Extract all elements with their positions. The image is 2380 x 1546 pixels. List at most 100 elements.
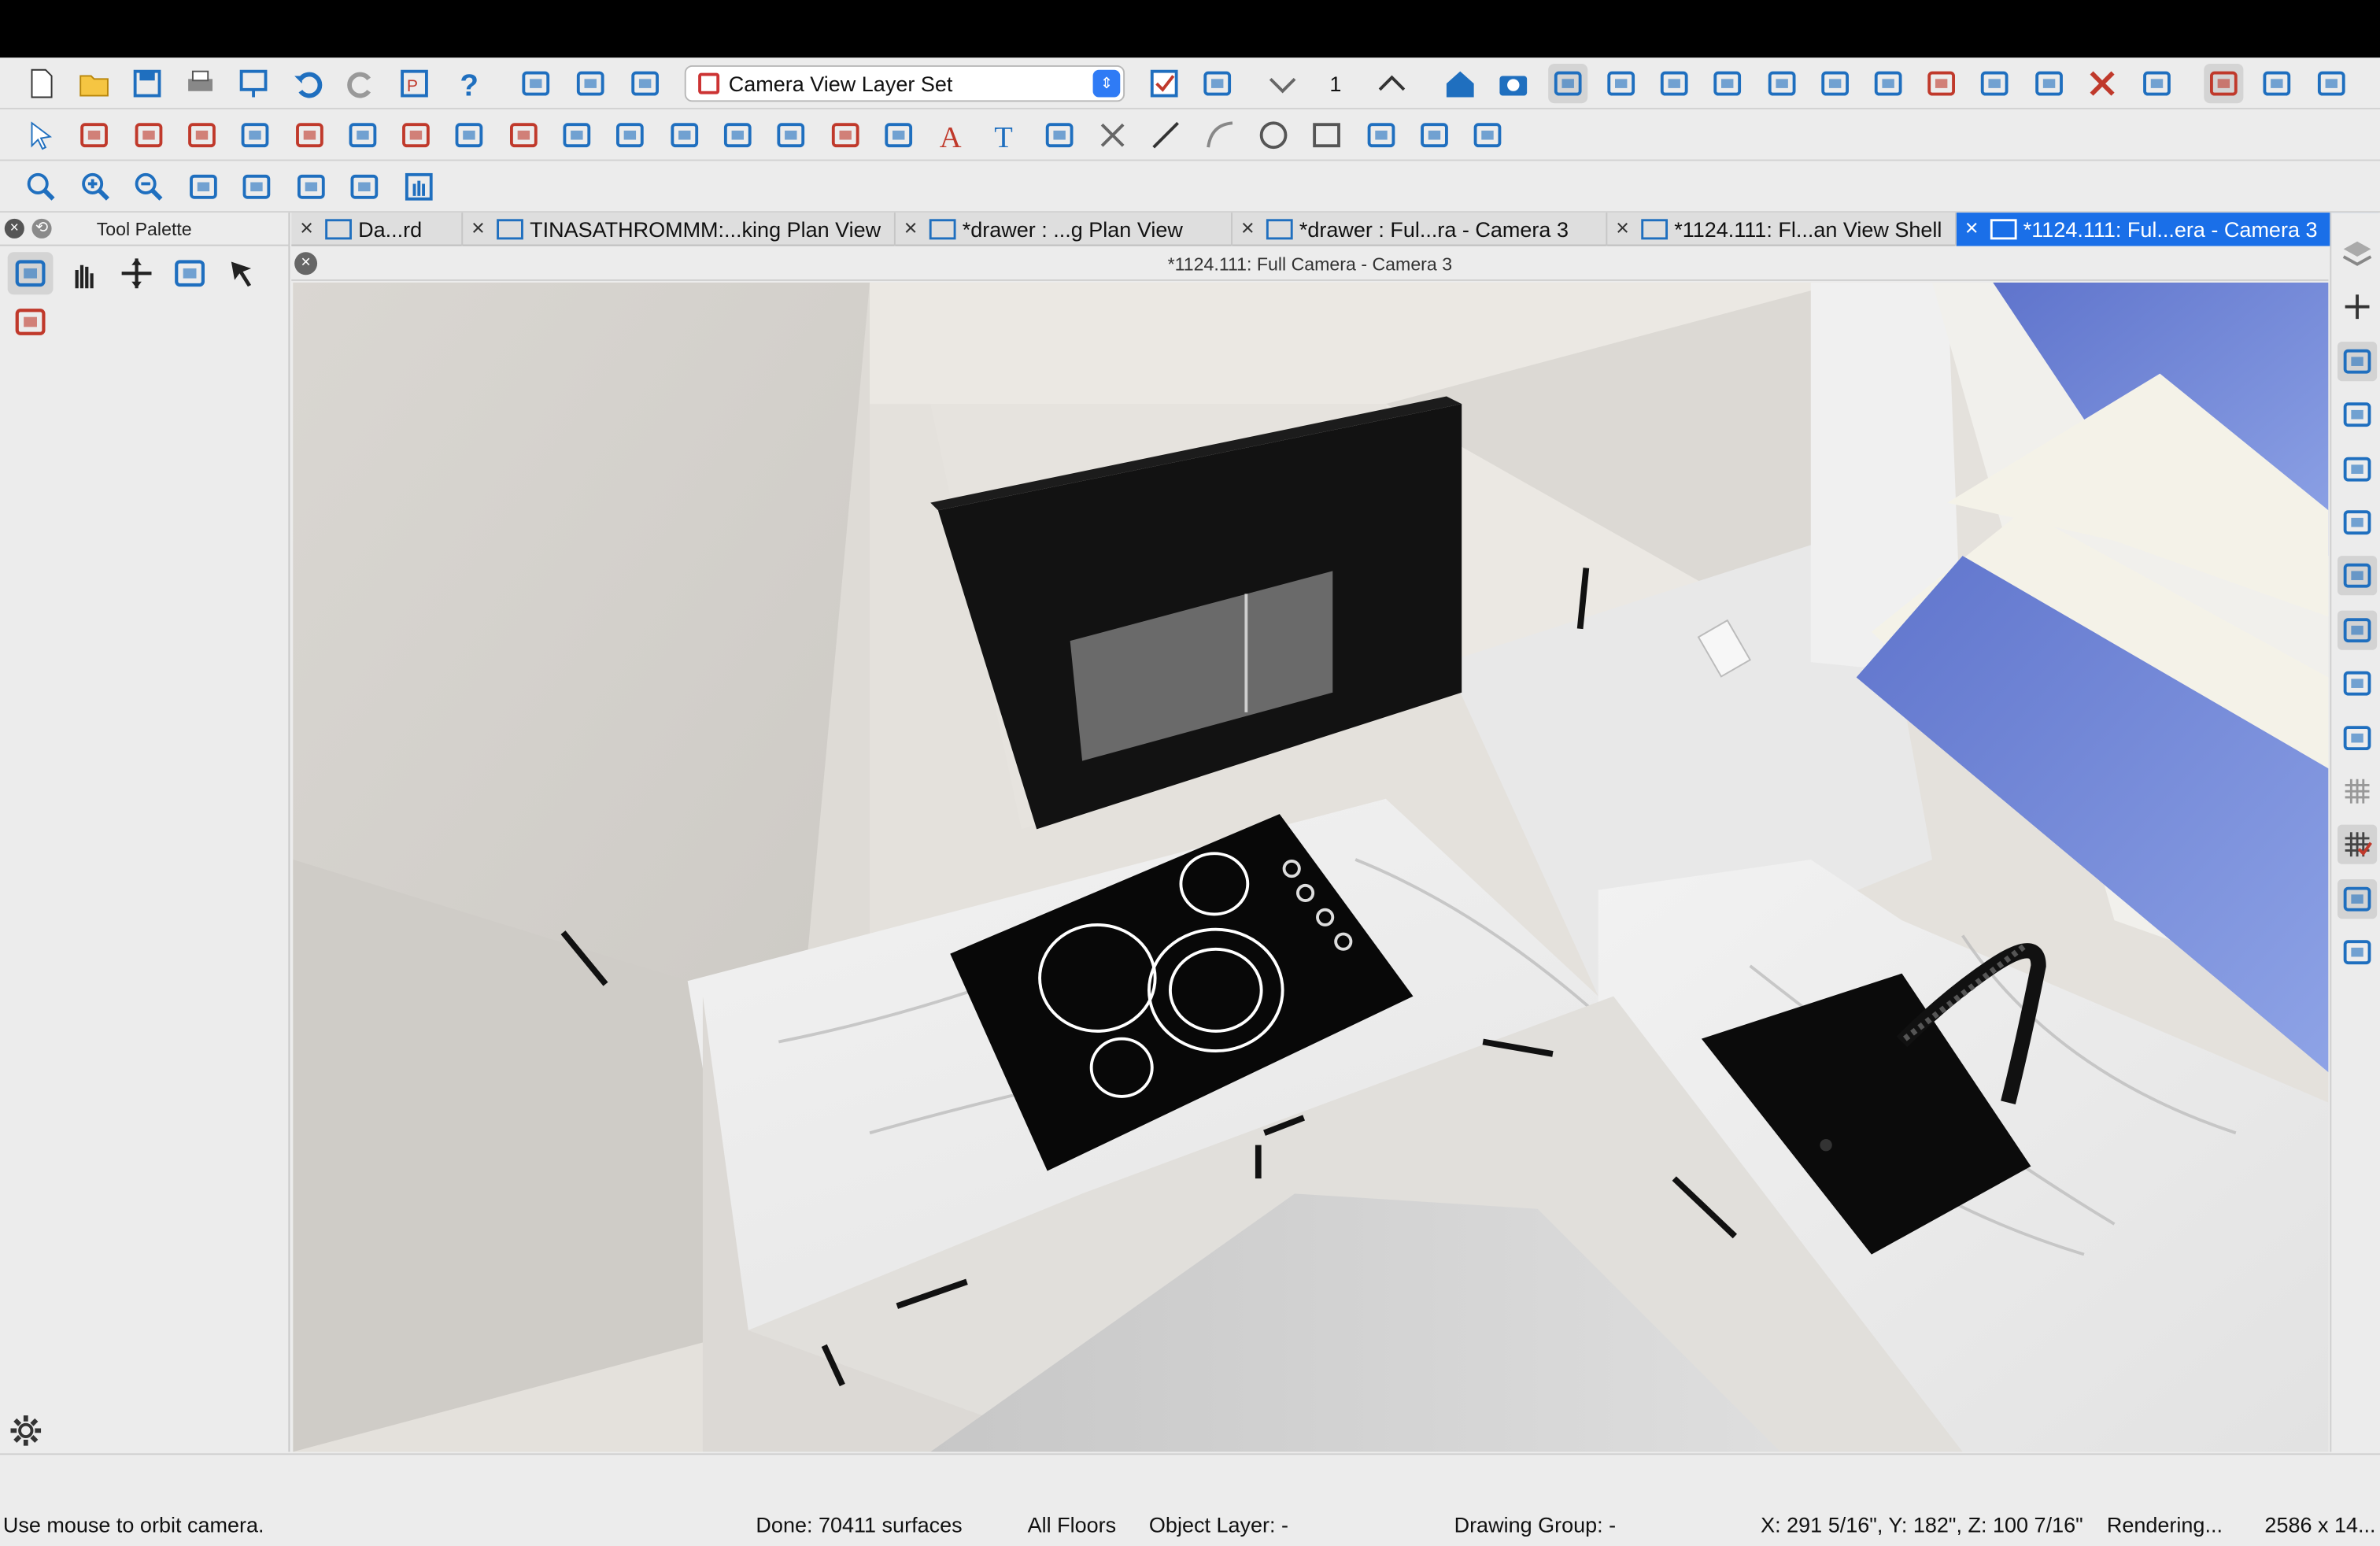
roof-icon[interactable] bbox=[504, 116, 543, 155]
tab-close-icon[interactable]: × bbox=[1957, 213, 1987, 246]
up-floor-icon[interactable] bbox=[1372, 64, 1411, 103]
window-icon[interactable] bbox=[235, 116, 275, 155]
object-props-icon[interactable] bbox=[2337, 341, 2378, 381]
arc-icon[interactable] bbox=[1200, 116, 1240, 155]
tab-6[interactable]: × *1124.111: Ful...era - Camera 3 bbox=[1956, 213, 2380, 246]
tab-5[interactable]: × *1124.111: Fl...an View Shell bbox=[1607, 213, 1957, 246]
print-preview-icon[interactable] bbox=[234, 64, 273, 103]
down-floor-icon[interactable] bbox=[1263, 64, 1303, 103]
select-icon[interactable] bbox=[21, 116, 61, 155]
box-icon[interactable] bbox=[825, 116, 864, 155]
room-icon[interactable] bbox=[342, 116, 382, 155]
tab-close-icon[interactable]: × bbox=[1232, 213, 1263, 246]
door-icon[interactable] bbox=[1922, 64, 1961, 103]
cad-icon[interactable] bbox=[1468, 116, 1507, 155]
camera-icon[interactable] bbox=[1494, 64, 1533, 103]
edit-handle-icon[interactable] bbox=[167, 252, 213, 294]
line-icon[interactable] bbox=[1147, 116, 1186, 155]
check-icon[interactable] bbox=[1144, 64, 1184, 103]
tab-close-icon[interactable]: × bbox=[1607, 213, 1638, 246]
redo-icon[interactable] bbox=[342, 64, 381, 103]
spline-icon[interactable] bbox=[1361, 116, 1400, 155]
slope-icon[interactable] bbox=[2338, 933, 2377, 972]
grid-icon[interactable] bbox=[2338, 771, 2377, 811]
horizontal-scrollbar[interactable] bbox=[0, 1453, 2380, 1503]
tab-3[interactable]: × *drawer : ...g Plan View bbox=[896, 213, 1232, 246]
tab-close-icon[interactable]: × bbox=[896, 213, 926, 246]
cloud-icon[interactable] bbox=[1039, 116, 1078, 155]
floor-icon[interactable] bbox=[450, 116, 490, 155]
house-build-icon[interactable] bbox=[557, 116, 597, 155]
fill-window-icon[interactable] bbox=[290, 167, 330, 206]
edit-check-icon[interactable] bbox=[2337, 610, 2378, 650]
fill-icon[interactable] bbox=[183, 167, 222, 206]
cross-icon[interactable] bbox=[1093, 116, 1133, 155]
walkthrough-icon[interactable] bbox=[1654, 64, 1694, 103]
stairs-icon[interactable] bbox=[75, 116, 114, 155]
select-objects-icon[interactable] bbox=[7, 252, 54, 295]
view-close-icon[interactable]: × bbox=[294, 252, 318, 276]
split-view-icon[interactable] bbox=[2312, 64, 2351, 103]
home-icon[interactable] bbox=[1440, 64, 1480, 103]
cabinet-icon[interactable] bbox=[182, 116, 221, 155]
tab-4[interactable]: × *drawer : Ful...ra - Camera 3 bbox=[1232, 213, 1608, 246]
arc-snap-icon[interactable] bbox=[2338, 664, 2377, 703]
framing-icon[interactable] bbox=[611, 116, 650, 155]
house-icon[interactable] bbox=[1762, 64, 1802, 103]
undo-icon[interactable] bbox=[288, 64, 327, 103]
shelf-icon[interactable] bbox=[771, 116, 811, 155]
picture-icon[interactable] bbox=[2338, 718, 2377, 757]
kitchen-render[interactable] bbox=[293, 282, 2329, 1452]
snap-icon[interactable] bbox=[2337, 556, 2378, 597]
fit-icon[interactable] bbox=[237, 167, 276, 206]
camera-mouse-icon[interactable] bbox=[1548, 64, 1588, 104]
rectangle-icon[interactable] bbox=[1307, 116, 1347, 155]
line-tool-icon[interactable] bbox=[2338, 395, 2377, 435]
pan-hand-icon[interactable] bbox=[61, 252, 106, 294]
palette-close-icon[interactable]: × bbox=[4, 218, 24, 239]
bound-icon[interactable] bbox=[2337, 878, 2378, 919]
door-icon[interactable] bbox=[289, 116, 328, 155]
wall-icon[interactable] bbox=[128, 116, 168, 155]
select-extra-icon[interactable] bbox=[8, 301, 54, 343]
help-icon[interactable]: ? bbox=[449, 64, 489, 103]
x-icon[interactable] bbox=[2082, 64, 2122, 103]
pan-icon[interactable] bbox=[398, 167, 438, 206]
layout-icon[interactable]: P bbox=[394, 64, 434, 103]
circle-icon[interactable] bbox=[1254, 116, 1293, 155]
save-icon[interactable] bbox=[128, 64, 167, 103]
fixture-icon[interactable] bbox=[397, 116, 436, 155]
slab-icon[interactable] bbox=[664, 116, 704, 155]
tab-2[interactable]: × TINASATHROMMM:...king Plan View bbox=[463, 213, 896, 246]
tab-close-icon[interactable]: × bbox=[463, 213, 493, 246]
new-file-icon[interactable] bbox=[21, 64, 61, 103]
page-icon[interactable] bbox=[2338, 449, 2377, 488]
plus-icon[interactable] bbox=[2338, 287, 2377, 327]
dimension-icon[interactable] bbox=[878, 116, 918, 155]
send-layout-icon[interactable] bbox=[571, 64, 610, 103]
material-icon[interactable] bbox=[2257, 64, 2297, 103]
ruler-icon[interactable] bbox=[2137, 64, 2176, 103]
layers-icon[interactable] bbox=[2338, 234, 2377, 273]
camera-viewport[interactable] bbox=[293, 282, 2329, 1452]
grid-check-icon[interactable] bbox=[2337, 825, 2378, 865]
image-icon[interactable] bbox=[1414, 116, 1454, 155]
open-folder-icon[interactable] bbox=[74, 64, 113, 103]
render-icon[interactable] bbox=[2204, 64, 2244, 104]
zoom-in-icon[interactable] bbox=[75, 167, 114, 206]
terrain-icon[interactable] bbox=[718, 116, 757, 155]
arrow-icon[interactable] bbox=[220, 252, 266, 294]
orbit-icon[interactable] bbox=[1708, 64, 1747, 103]
pen-icon[interactable] bbox=[1975, 64, 2014, 103]
zoom-page-icon[interactable] bbox=[2338, 503, 2377, 542]
update-layout-icon[interactable] bbox=[626, 64, 665, 103]
move-icon[interactable] bbox=[114, 252, 160, 294]
text-icon[interactable]: T bbox=[985, 116, 1025, 155]
tab-close-icon[interactable]: × bbox=[291, 213, 322, 246]
zoom-icon[interactable] bbox=[21, 167, 61, 206]
cross-section-icon[interactable] bbox=[1602, 64, 1641, 103]
light-icon[interactable] bbox=[1816, 64, 1855, 103]
gear-icon[interactable] bbox=[8, 1412, 44, 1448]
zoom-out-icon[interactable] bbox=[129, 167, 168, 206]
full-icon[interactable] bbox=[345, 167, 384, 206]
